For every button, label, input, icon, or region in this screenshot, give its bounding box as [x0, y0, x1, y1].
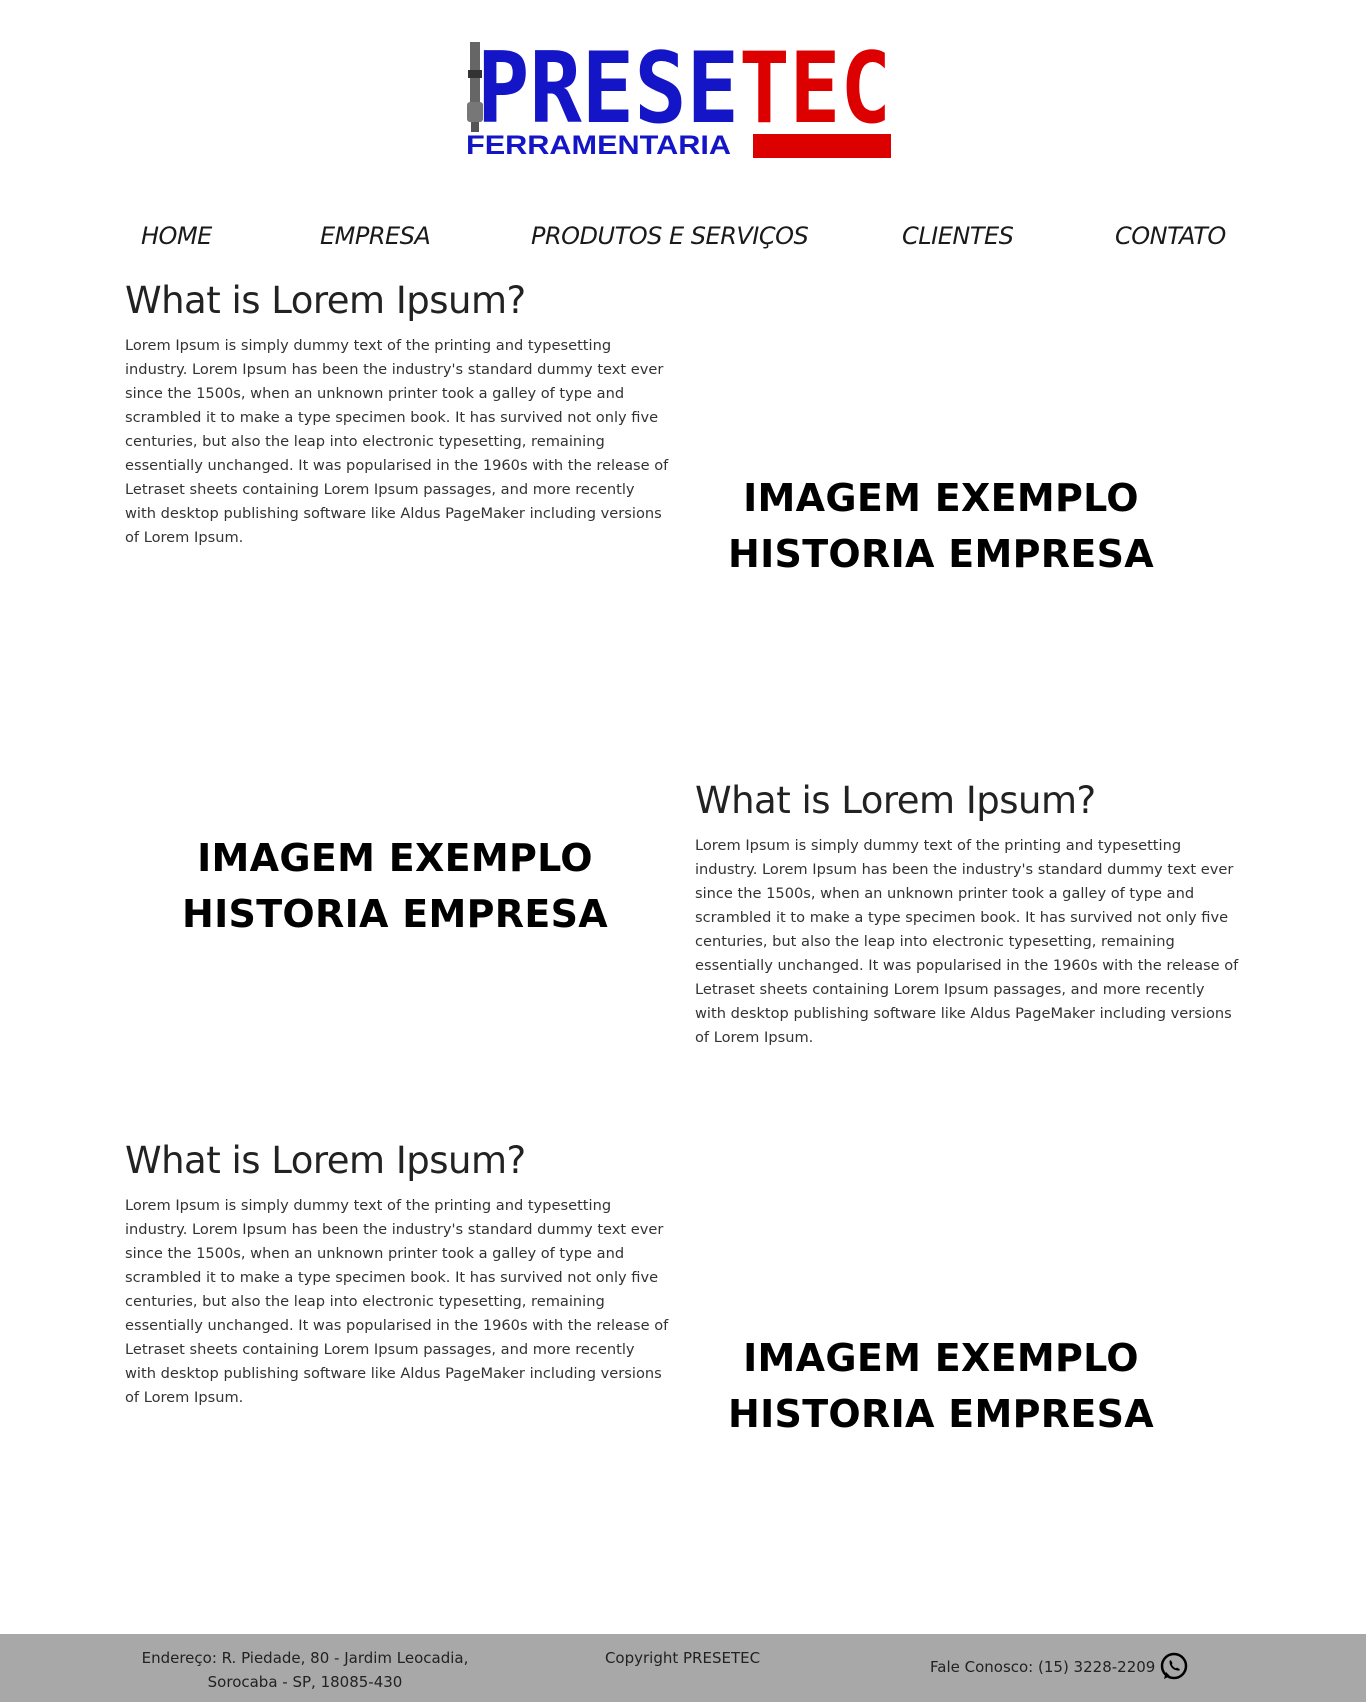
nav-clientes[interactable]: CLIENTES: [902, 222, 1014, 250]
section-1-heading: What is Lorem Ipsum?: [125, 279, 526, 322]
section-2-image-line2: HISTORIA EMPRESA: [182, 892, 608, 936]
logo-tagline: FERRAMENTARIA: [466, 130, 731, 160]
footer-copyright: Copyright PRESETEC: [604, 1649, 761, 1667]
section-3-heading: What is Lorem Ipsum?: [125, 1139, 526, 1182]
section-2-paragraph: Lorem Ipsum is simply dummy text of the …: [695, 837, 1239, 1046]
footer-address-line1: Endereço: R. Piedade, 80 - Jardim Leocad…: [141, 1649, 469, 1667]
main-nav: HOME EMPRESA PRODUTOS E SERVIÇOS CLIENTE…: [0, 222, 1366, 262]
footer-contact: Fale Conosco: (15) 3228-2209: [930, 1652, 1189, 1682]
nav-produtos-servicos[interactable]: PRODUTOS E SERVIÇOS: [531, 222, 809, 250]
section-1-text: What is Lorem Ipsum? Lorem Ipsum is simp…: [125, 278, 670, 550]
nav-home[interactable]: HOME: [141, 222, 212, 250]
nav-contato[interactable]: CONTATO: [1115, 222, 1226, 250]
presetec-logo[interactable]: PRESE TEC FERRAMENTARIA: [465, 40, 895, 162]
section-1-paragraph: Lorem Ipsum is simply dummy text of the …: [125, 337, 669, 546]
footer: Endereço: R. Piedade, 80 - Jardim Leocad…: [0, 1634, 1366, 1702]
footer-address: Endereço: R. Piedade, 80 - Jardim Leocad…: [140, 1646, 470, 1694]
logo-brand-right: TEC: [739, 40, 891, 146]
section-2-image-line1: IMAGEM EXEMPLO: [197, 836, 593, 880]
section-2-image-placeholder: IMAGEM EXEMPLO HISTORIA EMPRESA: [125, 830, 665, 942]
footer-address-line2: Sorocaba - SP, 18085-430: [207, 1673, 403, 1691]
section-3-image-placeholder: IMAGEM EXEMPLO HISTORIA EMPRESA: [671, 1330, 1211, 1442]
section-3-paragraph: Lorem Ipsum is simply dummy text of the …: [125, 1197, 669, 1406]
section-3-text: What is Lorem Ipsum? Lorem Ipsum is simp…: [125, 1138, 670, 1410]
section-3-image-line1: IMAGEM EXEMPLO: [743, 1336, 1139, 1380]
section-1-image-placeholder: IMAGEM EXEMPLO HISTORIA EMPRESA: [671, 470, 1211, 582]
section-2-heading: What is Lorem Ipsum?: [695, 779, 1096, 822]
section-2-text: What is Lorem Ipsum? Lorem Ipsum is simp…: [695, 778, 1240, 1050]
logo-red-bar: [753, 134, 891, 158]
footer-phone[interactable]: Fale Conosco: (15) 3228-2209: [930, 1655, 1155, 1679]
section-3-image-line2: HISTORIA EMPRESA: [728, 1392, 1154, 1436]
section-1-image-line2: HISTORIA EMPRESA: [728, 532, 1154, 576]
whatsapp-icon[interactable]: [1159, 1652, 1189, 1682]
nav-empresa[interactable]: EMPRESA: [320, 222, 431, 250]
section-1-image-line1: IMAGEM EXEMPLO: [743, 476, 1139, 520]
